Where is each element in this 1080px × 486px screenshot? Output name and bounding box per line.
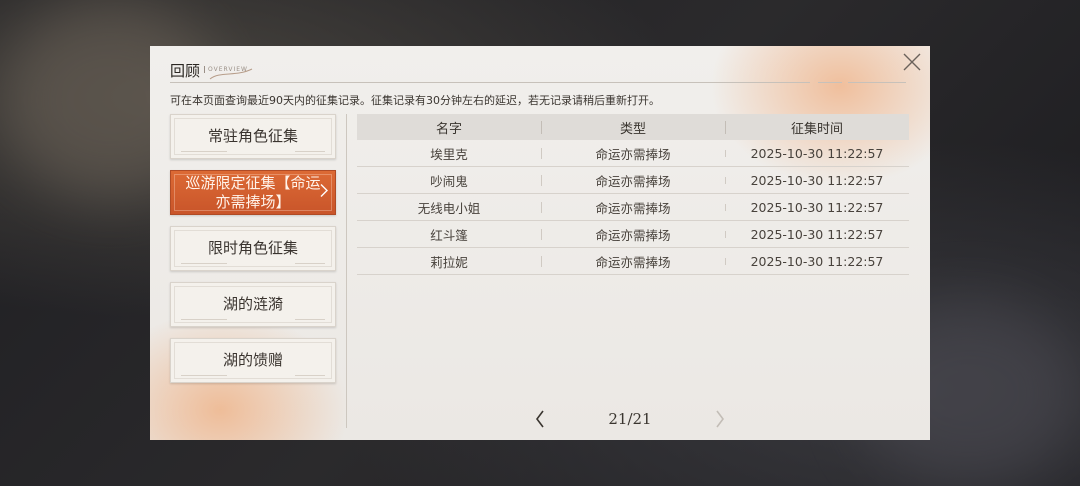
- pagination: 21/21: [530, 406, 730, 432]
- cell-time: 2025-10-30 11:22:57: [725, 200, 909, 215]
- cell-time: 2025-10-30 11:22:57: [725, 146, 909, 161]
- dialog-header: 回顾 OVERVIEW: [170, 59, 254, 81]
- column-header-name: 名字: [435, 121, 462, 137]
- column-header-time: 征集时间: [725, 118, 909, 137]
- prev-page-button[interactable]: [530, 407, 550, 431]
- next-page-button[interactable]: [710, 407, 730, 431]
- column-header-type: 类型: [541, 118, 725, 137]
- cell-type: 命运亦需捧场: [541, 225, 725, 244]
- category-standard[interactable]: 常驻角色征集: [170, 114, 336, 159]
- dialog-title: 回顾: [170, 62, 201, 80]
- cell-type: 命运亦需捧场: [541, 144, 725, 163]
- category-tour-limited[interactable]: 巡游限定征集【命运亦需捧场】: [170, 170, 336, 215]
- page-indicator: 21/21: [608, 410, 652, 428]
- category-label: 湖的馈赠: [222, 351, 283, 369]
- close-button[interactable]: [900, 50, 924, 74]
- chevron-right-icon: [716, 410, 724, 428]
- header-divider: [818, 82, 842, 83]
- cell-time: 2025-10-30 11:22:57: [725, 254, 909, 269]
- category-label: 常驻角色征集: [207, 127, 298, 145]
- overview-dialog: 回顾 OVERVIEW 可在本页面查询最近90天内的征集记录。征集记录有30分钟…: [150, 46, 930, 440]
- category-lake-gift[interactable]: 湖的馈赠: [170, 338, 336, 383]
- chevron-right-icon: [319, 182, 329, 203]
- cell-name: 吵闹鬼: [430, 173, 468, 189]
- close-icon: [903, 53, 921, 71]
- category-lake-ripple[interactable]: 湖的涟漪: [170, 282, 336, 327]
- category-label: 巡游限定征集【命运亦需捧场】: [185, 173, 321, 211]
- cell-time: 2025-10-30 11:22:57: [725, 227, 909, 242]
- table-row: 无线电小姐 命运亦需捧场 2025-10-30 11:22:57: [357, 194, 909, 221]
- category-label: 限时角色征集: [207, 239, 298, 257]
- cell-name: 埃里克: [430, 146, 468, 162]
- panel-divider: [346, 114, 347, 428]
- cell-name: 莉拉妮: [430, 254, 468, 270]
- record-table: 名字 类型 征集时间 埃里克 命运亦需捧场 2025-10-30 11:22:5…: [357, 114, 909, 275]
- cell-name: 红斗篷: [430, 227, 468, 243]
- cell-type: 命运亦需捧场: [541, 171, 725, 190]
- table-row: 埃里克 命运亦需捧场 2025-10-30 11:22:57: [357, 140, 909, 167]
- category-limited-character[interactable]: 限时角色征集: [170, 226, 336, 271]
- header-divider: [170, 82, 810, 83]
- header-divider: [848, 82, 906, 83]
- chevron-left-icon: [536, 410, 544, 428]
- cell-name: 无线电小姐: [417, 200, 481, 216]
- table-header: 名字 类型 征集时间: [357, 114, 909, 140]
- cell-time: 2025-10-30 11:22:57: [725, 173, 909, 188]
- table-row: 莉拉妮 命运亦需捧场 2025-10-30 11:22:57: [357, 248, 909, 275]
- category-list: 常驻角色征集 巡游限定征集【命运亦需捧场】 限时角色征集 湖的涟漪 湖的馈赠: [170, 114, 336, 394]
- cell-type: 命运亦需捧场: [541, 198, 725, 217]
- cell-type: 命运亦需捧场: [541, 252, 725, 271]
- category-label: 湖的涟漪: [222, 295, 283, 313]
- table-row: 红斗篷 命运亦需捧场 2025-10-30 11:22:57: [357, 221, 909, 248]
- notice-text: 可在本页面查询最近90天内的征集记录。征集记录有30分钟左右的延迟，若无记录请稍…: [170, 94, 660, 107]
- title-swoosh-icon: [209, 68, 253, 80]
- table-row: 吵闹鬼 命运亦需捧场 2025-10-30 11:22:57: [357, 167, 909, 194]
